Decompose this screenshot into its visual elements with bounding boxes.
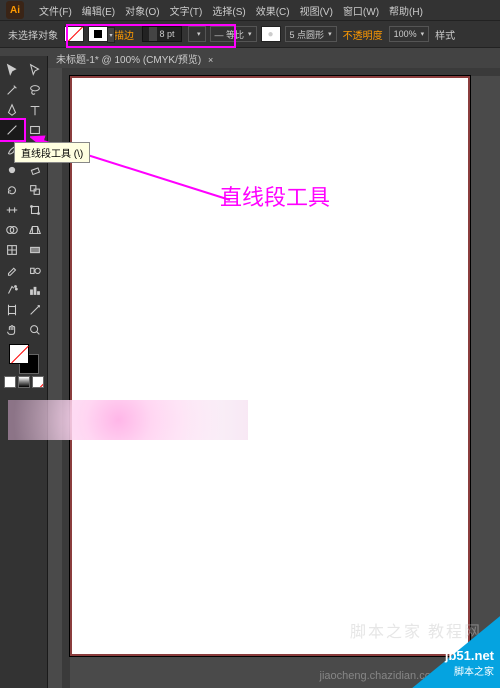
- stroke-weight-value: 8 pt: [159, 29, 174, 39]
- fill-swatch[interactable]: ▾: [64, 26, 84, 42]
- symbol-sprayer-tool[interactable]: [0, 280, 24, 300]
- brush-definition[interactable]: 5 点圆形▾: [285, 26, 337, 42]
- fill-dropdown-icon[interactable]: ▾: [83, 27, 84, 42]
- stroke-swatch[interactable]: ▾: [88, 26, 108, 42]
- rectangle-tool[interactable]: [24, 120, 48, 140]
- badge-text: jb51.net 脚本之家: [445, 648, 494, 678]
- variable-width-profile[interactable]: — 等比▾: [210, 26, 257, 42]
- column-graph-tool[interactable]: [24, 280, 48, 300]
- menu-select[interactable]: 选择(S): [207, 3, 250, 18]
- corner-badge: jb51.net 脚本之家: [400, 608, 500, 688]
- eraser-tool[interactable]: [24, 160, 48, 180]
- ruler-horizontal[interactable]: [70, 68, 500, 76]
- eyedropper-tool[interactable]: [0, 260, 24, 280]
- color-mode-swatch[interactable]: [4, 376, 16, 388]
- stroke-weight-dropdown[interactable]: ▾: [188, 26, 206, 42]
- menu-bar: Ai 文件(F) 编辑(E) 对象(O) 文字(T) 选择(S) 效果(C) 视…: [0, 0, 500, 20]
- opacity-field[interactable]: 100% ▾: [389, 26, 430, 42]
- tool-tooltip: 直线段工具 (\): [14, 142, 90, 163]
- lasso-tool[interactable]: [24, 80, 48, 100]
- chevron-down-icon: ▾: [248, 30, 252, 38]
- spinner-icon[interactable]: [149, 27, 157, 41]
- menu-view[interactable]: 视图(V): [295, 3, 338, 18]
- zoom-tool[interactable]: [24, 320, 48, 340]
- menu-effect[interactable]: 效果(C): [251, 3, 295, 18]
- magic-wand-tool[interactable]: [0, 80, 24, 100]
- tutorial-annotation-label: 直线段工具: [220, 180, 330, 212]
- direct-selection-tool[interactable]: [24, 60, 48, 80]
- color-swatches: [0, 344, 47, 388]
- badge-main: jb51.net: [445, 648, 494, 663]
- menu-window[interactable]: 窗口(W): [338, 3, 384, 18]
- document-tab-row: 未标题-1* @ 100% (CMYK/预览) ×: [0, 48, 500, 68]
- badge-sub: 脚本之家: [445, 663, 494, 678]
- mesh-tool[interactable]: [0, 240, 24, 260]
- stroke-label[interactable]: 描边: [114, 27, 134, 42]
- chevron-down-icon: ▾: [421, 30, 425, 38]
- blob-brush-tool[interactable]: [0, 160, 24, 180]
- menu-help[interactable]: 帮助(H): [384, 3, 428, 18]
- blend-tool[interactable]: [24, 260, 48, 280]
- scale-tool[interactable]: [24, 180, 48, 200]
- pen-tool[interactable]: [0, 100, 24, 120]
- decorative-overlay: [8, 400, 248, 440]
- type-tool[interactable]: [24, 100, 48, 120]
- line-segment-tool[interactable]: [0, 120, 24, 140]
- menu-type[interactable]: 文字(T): [165, 3, 208, 18]
- brush-value: 5 点圆形: [290, 28, 325, 41]
- style-label[interactable]: 样式: [435, 27, 455, 42]
- opacity-label[interactable]: 不透明度: [343, 27, 383, 42]
- control-bar: 未选择对象 ▾ ▾ 描边 8 pt ▾ — 等比▾ ● 5 点圆形▾ 不透明度 …: [0, 20, 500, 48]
- chevron-down-icon: ▾: [328, 30, 332, 38]
- selection-status-label: 未选择对象: [8, 27, 58, 42]
- hand-tool[interactable]: [0, 320, 24, 340]
- artboard-tool[interactable]: [0, 300, 24, 320]
- width-tool[interactable]: [0, 200, 24, 220]
- gradient-mode-swatch[interactable]: [18, 376, 30, 388]
- document-tab[interactable]: 未标题-1* @ 100% (CMYK/预览) ×: [50, 51, 219, 66]
- brush-swatch[interactable]: ●: [261, 26, 281, 42]
- none-mode-swatch[interactable]: [32, 376, 44, 388]
- fill-stroke-indicator[interactable]: [9, 344, 39, 374]
- stroke-weight-field[interactable]: 8 pt: [142, 26, 182, 42]
- menu-edit[interactable]: 编辑(E): [77, 3, 120, 18]
- artboard-canvas[interactable]: [70, 76, 470, 656]
- chevron-down-icon: ▾: [197, 30, 201, 38]
- work-area: [48, 68, 500, 688]
- stroke-dropdown-icon[interactable]: ▾: [107, 27, 115, 43]
- gradient-tool[interactable]: [24, 240, 48, 260]
- rotate-tool[interactable]: [0, 180, 24, 200]
- variable-width-value: — 等比: [215, 28, 245, 41]
- shape-builder-tool[interactable]: [0, 220, 24, 240]
- free-transform-tool[interactable]: [24, 200, 48, 220]
- menu-object[interactable]: 对象(O): [120, 3, 164, 18]
- perspective-grid-tool[interactable]: [24, 220, 48, 240]
- selection-tool[interactable]: [0, 60, 24, 80]
- menu-file[interactable]: 文件(F): [34, 3, 77, 18]
- fill-color-swatch[interactable]: [9, 344, 29, 364]
- opacity-value: 100%: [394, 29, 417, 39]
- document-tab-title: 未标题-1* @ 100% (CMYK/预览): [56, 55, 201, 66]
- close-tab-icon[interactable]: ×: [208, 55, 213, 65]
- app-logo-icon: Ai: [6, 1, 24, 19]
- slice-tool[interactable]: [24, 300, 48, 320]
